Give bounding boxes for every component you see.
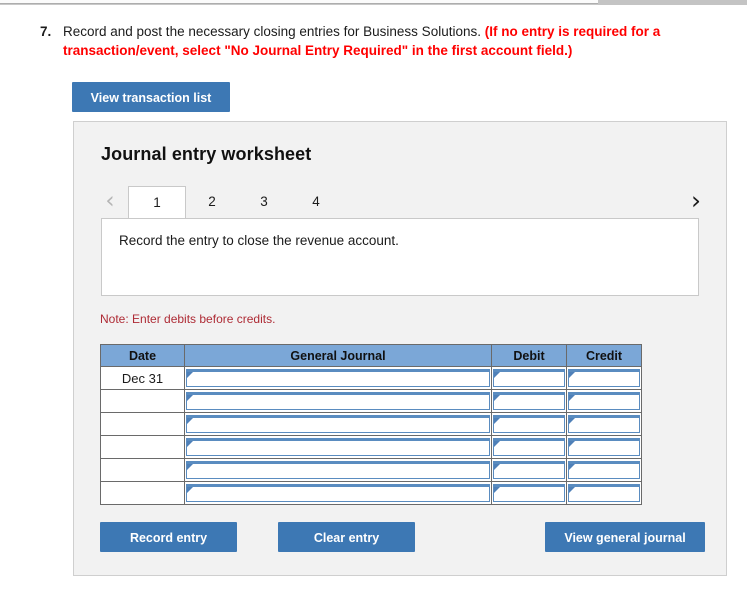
debit-input-cell[interactable] (491, 389, 567, 413)
debit-input[interactable] (493, 415, 565, 433)
debit-input[interactable] (493, 392, 565, 410)
instruction-text: Record the entry to close the revenue ac… (119, 233, 399, 248)
browser-chrome-right (598, 0, 747, 5)
credit-input[interactable] (568, 415, 640, 433)
credit-input-cell[interactable] (566, 458, 642, 482)
table-row (100, 435, 642, 459)
credit-input[interactable] (568, 484, 640, 502)
question-number: 7. (40, 24, 52, 39)
debit-input-cell[interactable] (491, 481, 567, 505)
worksheet-tabstrip: 1 2 3 4 (128, 184, 684, 220)
debit-input[interactable] (493, 438, 565, 456)
debit-input[interactable] (493, 484, 565, 502)
credit-input-cell[interactable] (566, 481, 642, 505)
debit-input-cell[interactable] (491, 458, 567, 482)
worksheet-tab-3[interactable]: 3 (238, 186, 290, 219)
credit-input[interactable] (568, 369, 640, 387)
date-cell[interactable] (100, 458, 185, 482)
general-journal-input-cell[interactable] (184, 389, 492, 413)
view-transaction-list-button[interactable]: View transaction list (72, 82, 230, 112)
clear-entry-button[interactable]: Clear entry (278, 522, 415, 552)
table-row (100, 458, 642, 482)
instruction-box: Record the entry to close the revenue ac… (101, 218, 699, 296)
column-header-debit: Debit (491, 344, 567, 367)
credit-input[interactable] (568, 438, 640, 456)
table-row (100, 389, 642, 413)
table-row (100, 481, 642, 505)
column-header-general-journal: General Journal (184, 344, 492, 367)
column-header-date: Date (100, 344, 185, 367)
debit-input-cell[interactable] (491, 435, 567, 459)
credit-input-cell[interactable] (566, 389, 642, 413)
view-general-journal-button[interactable]: View general journal (545, 522, 705, 552)
chevron-right-icon[interactable]: › (684, 188, 708, 215)
question-text: Record and post the necessary closing en… (63, 24, 481, 39)
date-cell[interactable] (100, 481, 185, 505)
general-journal-input-cell[interactable] (184, 366, 492, 390)
date-cell[interactable] (100, 412, 185, 436)
credit-input-cell[interactable] (566, 366, 642, 390)
general-journal-input[interactable] (186, 438, 490, 456)
table-row: Dec 31 (100, 366, 642, 390)
general-journal-input[interactable] (186, 461, 490, 479)
worksheet-tab-2[interactable]: 2 (186, 186, 238, 219)
journal-entry-table: Date General Journal Debit Credit Dec 31 (100, 344, 642, 505)
general-journal-input-cell[interactable] (184, 435, 492, 459)
column-header-credit: Credit (566, 344, 642, 367)
general-journal-input-cell[interactable] (184, 481, 492, 505)
browser-chrome-left (0, 0, 598, 4)
worksheet-tab-4[interactable]: 4 (290, 186, 342, 219)
worksheet-tab-1[interactable]: 1 (128, 186, 186, 220)
date-cell[interactable]: Dec 31 (100, 366, 185, 390)
debit-input[interactable] (493, 369, 565, 387)
journal-table-header-row: Date General Journal Debit Credit (100, 344, 642, 367)
credit-input[interactable] (568, 461, 640, 479)
credit-input-cell[interactable] (566, 435, 642, 459)
record-entry-button[interactable]: Record entry (100, 522, 237, 552)
worksheet-title: Journal entry worksheet (101, 144, 312, 164)
debits-before-credits-note: Note: Enter debits before credits. (100, 312, 276, 326)
date-cell[interactable] (100, 389, 185, 413)
debit-input[interactable] (493, 461, 565, 479)
question-block: 7. Record and post the necessary closing… (40, 22, 700, 60)
debit-input-cell[interactable] (491, 412, 567, 436)
chevron-left-icon[interactable]: ‹ (98, 189, 122, 215)
browser-chrome-strip (0, 0, 747, 5)
credit-input-cell[interactable] (566, 412, 642, 436)
debit-input-cell[interactable] (491, 366, 567, 390)
general-journal-input[interactable] (186, 392, 490, 410)
general-journal-input[interactable] (186, 484, 490, 502)
general-journal-input-cell[interactable] (184, 412, 492, 436)
general-journal-input[interactable] (186, 415, 490, 433)
date-cell[interactable] (100, 435, 185, 459)
credit-input[interactable] (568, 392, 640, 410)
table-row (100, 412, 642, 436)
worksheet-tabs-row: ‹ 1 2 3 4 › (74, 184, 728, 220)
question-body: Record and post the necessary closing en… (63, 22, 700, 60)
journal-entry-worksheet-panel: Journal entry worksheet ‹ 1 2 3 4 › Reco… (73, 121, 727, 576)
general-journal-input-cell[interactable] (184, 458, 492, 482)
general-journal-input[interactable] (186, 369, 490, 387)
